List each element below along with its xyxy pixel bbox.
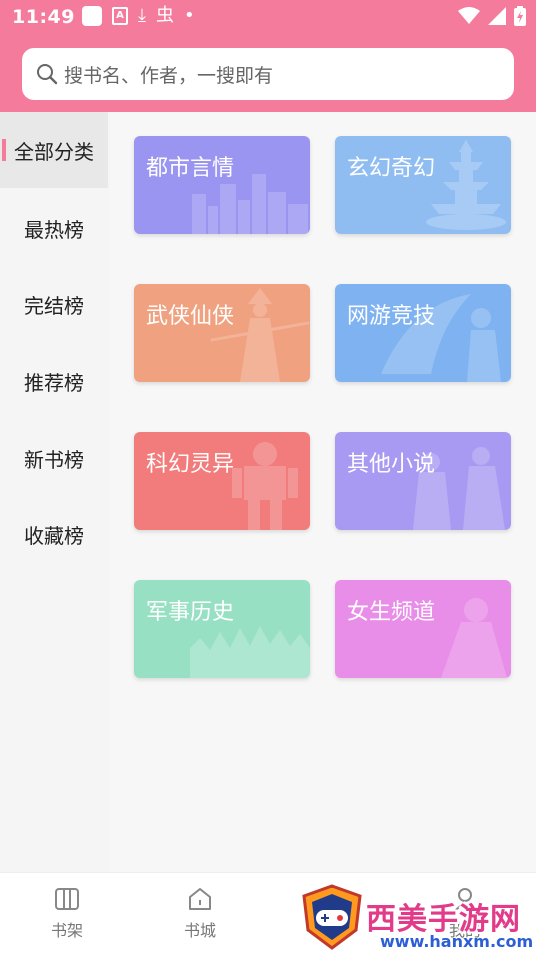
- sidebar-item-new[interactable]: 新书榜: [0, 420, 108, 496]
- download-icon: ⤓: [138, 5, 146, 26]
- tab-label: 书城: [183, 921, 216, 940]
- sidebar-item-hottest[interactable]: 最热榜: [0, 190, 108, 266]
- app-square-icon: [82, 6, 102, 26]
- sidebar-item-label: 收藏榜: [24, 523, 84, 548]
- watermark-url: www.hanxm.com: [380, 932, 534, 951]
- sidebar-item-recommended[interactable]: 推荐榜: [0, 343, 108, 419]
- tab-bookstore[interactable]: 书城: [165, 885, 235, 941]
- sidebar-item-label: 最热榜: [24, 217, 84, 242]
- sidebar-item-label: 推荐榜: [24, 370, 84, 395]
- category-grid: 都市言情 玄幻奇幻 武侠仙侠 网游竞技 科幻灵异 其他小说 军事历史 女生频道: [110, 112, 536, 872]
- category-card-scifi[interactable]: 科幻灵异: [134, 432, 310, 530]
- search-input[interactable]: 搜书名、作者，一搜即有: [22, 48, 514, 100]
- signal-icon: [488, 7, 506, 25]
- category-card-online-games[interactable]: 网游竞技: [335, 284, 511, 382]
- battery-icon: [514, 6, 526, 26]
- search-icon: [37, 64, 58, 85]
- category-label: 都市言情: [146, 156, 235, 181]
- bug-icon: 虫: [155, 5, 174, 26]
- home-icon: [189, 888, 211, 910]
- category-sidebar: 全部分类 最热榜 完结榜 推荐榜 新书榜 收藏榜: [0, 112, 108, 872]
- status-bar: 11:49 A ⤓ 虫 •: [0, 0, 536, 36]
- a-icon: A: [112, 7, 128, 25]
- status-time: 11:49: [12, 6, 75, 28]
- sidebar-item-label: 新书榜: [24, 447, 84, 472]
- watermark-logo: 西美手游网 www.hanxm.com: [300, 884, 536, 954]
- tab-bookshelf[interactable]: 书架: [32, 885, 102, 941]
- header: 11:49 A ⤓ 虫 • 搜书名、作者，一搜即有: [0, 0, 536, 112]
- sidebar-item-label: 全部分类: [14, 139, 94, 164]
- category-card-other[interactable]: 其他小说: [335, 432, 511, 530]
- gamepad-logo-icon: [302, 884, 362, 950]
- army-icon: [190, 626, 310, 678]
- category-label: 科幻灵异: [146, 452, 235, 477]
- wifi-icon: [458, 7, 480, 24]
- dot-icon: •: [183, 5, 195, 26]
- sidebar-item-label: 完结榜: [24, 293, 84, 318]
- system-icons: [458, 6, 526, 26]
- tab-label: 书架: [50, 921, 83, 940]
- category-card-military-history[interactable]: 军事历史: [134, 580, 310, 678]
- category-label: 武侠仙侠: [146, 304, 235, 329]
- category-label: 军事历史: [146, 600, 235, 625]
- category-label: 女生频道: [347, 600, 436, 625]
- notification-icons: A ⤓ 虫 •: [82, 6, 195, 26]
- category-label: 玄幻奇幻: [347, 156, 436, 181]
- category-card-urban-romance[interactable]: 都市言情: [134, 136, 310, 234]
- sidebar-item-favorites[interactable]: 收藏榜: [0, 496, 108, 572]
- category-card-female[interactable]: 女生频道: [335, 580, 511, 678]
- bookshelf-icon: [55, 888, 79, 910]
- search-placeholder: 搜书名、作者，一搜即有: [64, 64, 274, 87]
- category-card-wuxia[interactable]: 武侠仙侠: [134, 284, 310, 382]
- sidebar-item-all[interactable]: 全部分类: [0, 112, 108, 188]
- category-label: 其他小说: [347, 452, 436, 477]
- sidebar-item-completed[interactable]: 完结榜: [0, 266, 108, 342]
- category-card-fantasy[interactable]: 玄幻奇幻: [335, 136, 511, 234]
- category-label: 网游竞技: [347, 304, 436, 329]
